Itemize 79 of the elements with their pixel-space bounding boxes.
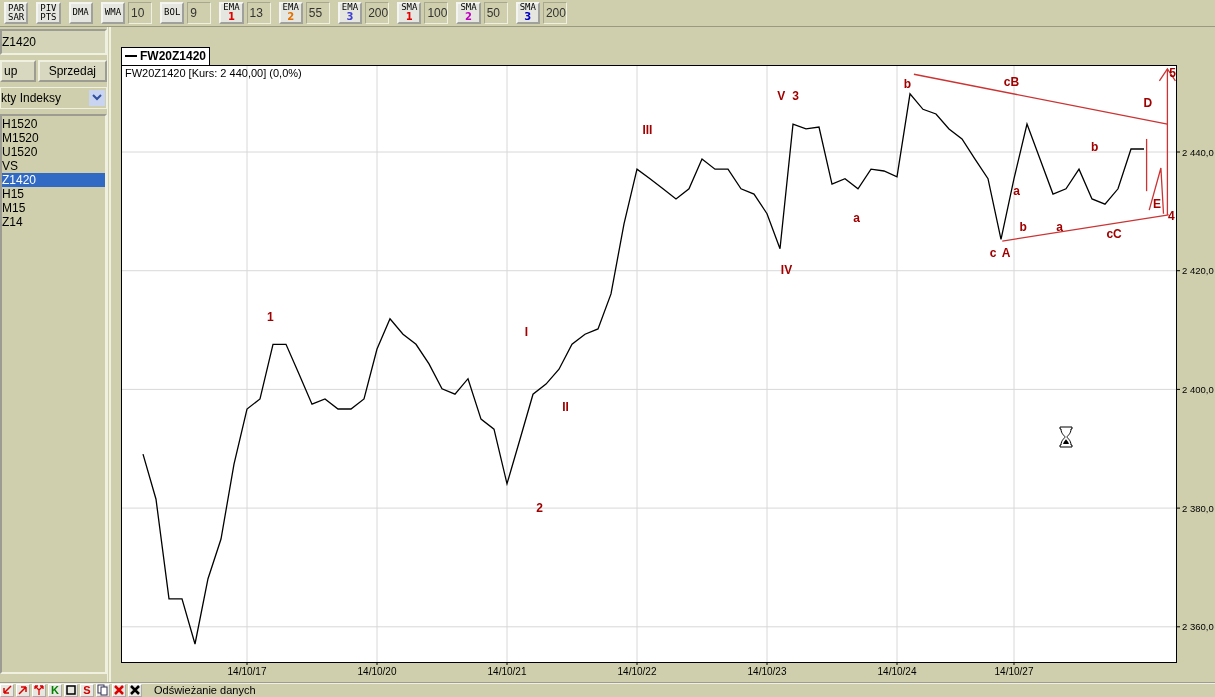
y-axis-label: 2 380,0	[1182, 502, 1214, 514]
instrument-item[interactable]: H1520	[2, 116, 105, 131]
indicator-button[interactable]: EMA 1	[219, 1, 244, 24]
period-field[interactable]: 55	[305, 1, 330, 24]
indicator-button[interactable]: PAR SAR	[4, 1, 29, 24]
x-axis-label: 14/10/17	[227, 665, 267, 677]
period-field[interactable]: 200	[365, 1, 390, 24]
indicator-button[interactable]: SMA 3	[515, 1, 540, 24]
x-axis-label: 14/10/20	[357, 665, 397, 677]
wave-label: 4	[1167, 208, 1175, 223]
tool-button[interactable]: K	[48, 683, 62, 697]
indicator-button[interactable]: WMA	[100, 1, 126, 24]
wave-label: III	[642, 122, 653, 137]
indicator-button[interactable]: SMA 1	[397, 1, 422, 24]
down-arrow-icon[interactable]	[0, 683, 14, 697]
status-message: Odświeżanie danych	[154, 684, 256, 697]
wave-label: 5	[1169, 65, 1176, 80]
sell-button[interactable]: Sprzedaj	[37, 59, 107, 82]
symbol-field[interactable]: Z1420	[0, 28, 107, 55]
period-field[interactable]: 100	[424, 1, 449, 24]
x-axis-label: 14/10/21	[487, 665, 527, 677]
chevron-down-icon[interactable]	[89, 89, 105, 106]
wave-label: 1	[267, 309, 274, 324]
y-axis-label: 2 360,0	[1182, 621, 1214, 632]
y-axis-label: 2 420,0	[1182, 264, 1214, 276]
delete-icon[interactable]	[128, 683, 142, 697]
wave-label: a	[853, 210, 861, 225]
x-axis-label: 14/10/22	[617, 665, 657, 677]
category-dropdown[interactable]: kty Indeksy	[0, 86, 107, 109]
hourglass-icon	[1059, 426, 1073, 448]
wave-label: V	[777, 88, 786, 103]
wave-label: IV	[780, 262, 793, 277]
fork-icon[interactable]	[32, 683, 46, 697]
wave-label: b	[903, 76, 912, 91]
wave-label: b	[1090, 139, 1099, 154]
indicator-button[interactable]: EMA 3	[337, 1, 363, 24]
wave-label: I	[524, 324, 529, 339]
up-arrow-icon[interactable]	[16, 683, 30, 697]
chart-title: FW20Z1420 [Kurs: 2 440,00] (0,0%)	[125, 66, 302, 79]
indicator-button[interactable]: SMA 2	[456, 1, 481, 24]
period-field[interactable]: 10	[128, 1, 153, 24]
period-field[interactable]: 13	[246, 1, 271, 24]
buy-button[interactable]: up	[0, 59, 36, 82]
frame-icon[interactable]	[64, 683, 78, 697]
wave-label: II	[562, 399, 569, 414]
series-legend: FW20Z1420	[121, 46, 211, 65]
wave-label: E	[1153, 196, 1161, 211]
tool-button[interactable]: S	[80, 683, 94, 697]
indicator-button[interactable]: EMA 2	[278, 1, 303, 24]
wave-label: 2	[536, 500, 543, 515]
x-axis-label: 14/10/24	[877, 665, 917, 677]
instrument-item[interactable]: VS	[2, 158, 105, 173]
wave-label: D	[1143, 95, 1153, 110]
wave-label: b	[1019, 219, 1027, 234]
period-field[interactable]: 9	[187, 1, 212, 24]
period-field[interactable]: 200	[542, 1, 567, 24]
instrument-item[interactable]: H15	[2, 186, 105, 201]
instrument-item[interactable]: Z1420	[2, 172, 105, 187]
wave-label: a	[1013, 183, 1020, 198]
line-swatch-icon	[125, 55, 137, 58]
instrument-item[interactable]: M1520	[2, 130, 105, 145]
instrument-item[interactable]: Z14	[2, 214, 105, 229]
y-axis-label: 2 400,0	[1182, 383, 1214, 395]
period-field[interactable]: 50	[483, 1, 508, 24]
wave-label: c	[989, 245, 997, 260]
instrument-item[interactable]: M15	[2, 200, 105, 215]
wave-label: cC	[1106, 226, 1122, 241]
wave-label: A	[1001, 245, 1011, 260]
wave-label: 3	[792, 88, 799, 103]
x-axis-label: 14/10/23	[747, 665, 787, 677]
indicator-button[interactable]: DMA	[68, 1, 93, 24]
indicator-button[interactable]: PIV PTS	[36, 1, 61, 24]
x-axis-label: 14/10/27	[994, 665, 1034, 677]
copy-icon[interactable]	[96, 683, 110, 697]
y-axis-label: 2 440,0	[1182, 146, 1214, 158]
wave-label: cB	[1003, 74, 1020, 89]
instrument-item[interactable]: U1520	[2, 144, 105, 159]
indicator-button[interactable]: BOL	[160, 1, 185, 24]
wave-label: a	[1056, 219, 1063, 234]
